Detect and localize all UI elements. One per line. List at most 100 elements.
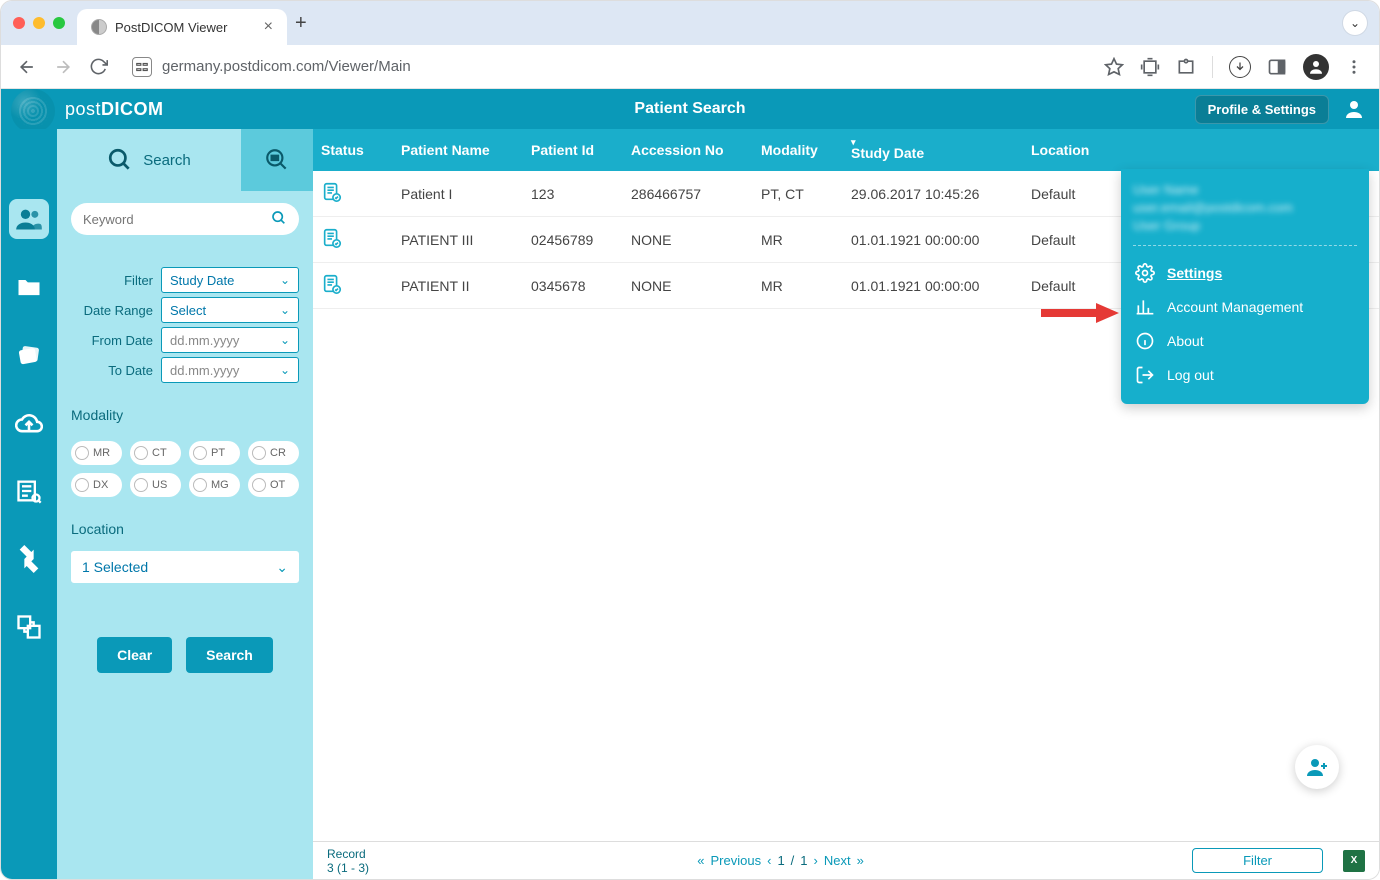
site-settings-icon[interactable] (132, 57, 152, 77)
col-study-date[interactable]: ▾Study Date (843, 129, 1023, 171)
pager-sep: / (791, 853, 795, 868)
extensions-icon[interactable] (1176, 57, 1196, 77)
browser-tabbar: PostDICOM Viewer × + ⌄ (1, 1, 1379, 45)
clear-button[interactable]: Clear (97, 637, 172, 673)
pager-prev[interactable]: Previous (711, 853, 762, 868)
cell-patient-name: PATIENT II (393, 263, 523, 309)
col-patient-id[interactable]: Patient Id (523, 129, 623, 171)
col-location[interactable]: Location (1023, 129, 1379, 171)
nav-forward-icon[interactable] (53, 57, 73, 77)
app-header: postDICOM Patient Search Profile & Setti… (1, 89, 1379, 129)
location-select[interactable]: 1 Selected ⌄ (71, 551, 299, 583)
pager-last-icon[interactable]: » (857, 853, 864, 868)
chevron-down-icon: ⌄ (276, 559, 288, 576)
maximize-window-icon[interactable] (53, 17, 65, 29)
page-title: Patient Search (634, 100, 745, 118)
dropdown-item-about[interactable]: About (1133, 324, 1357, 358)
ext-icon-1[interactable] (1140, 57, 1160, 77)
col-modality[interactable]: Modality (753, 129, 843, 171)
cell-modality: PT, CT (753, 171, 843, 217)
downloads-icon[interactable] (1229, 56, 1251, 78)
daterange-label: Date Range (71, 303, 153, 318)
radio-icon (252, 478, 266, 492)
search-tab-text[interactable]: Search (57, 129, 241, 191)
modality-pill-ct[interactable]: CT (130, 441, 181, 465)
pager-current: 1 (777, 853, 784, 868)
side-panel-icon[interactable] (1267, 57, 1287, 77)
filter-select[interactable]: Study Date⌄ (161, 267, 299, 293)
rail-item-folder[interactable] (9, 267, 49, 307)
left-icon-rail (1, 129, 57, 879)
browser-toolbar: germany.postdicom.com/Viewer/Main (1, 45, 1379, 89)
fromdate-input[interactable]: dd.mm.yyyy⌄ (161, 327, 299, 353)
window-controls (13, 17, 65, 29)
new-tab-button[interactable]: + (295, 12, 307, 35)
dropdown-item-account[interactable]: Account Management (1133, 290, 1357, 324)
nav-reload-icon[interactable] (89, 57, 108, 76)
pager-next-icon[interactable]: › (814, 853, 818, 868)
todate-input[interactable]: dd.mm.yyyy⌄ (161, 357, 299, 383)
close-tab-icon[interactable]: × (264, 18, 273, 36)
profile-settings-button[interactable]: Profile & Settings (1195, 95, 1329, 124)
modality-pill-mg[interactable]: MG (189, 473, 240, 497)
chevron-down-icon: ⌄ (280, 303, 290, 317)
radio-icon (75, 446, 89, 460)
rail-item-sync[interactable] (9, 539, 49, 579)
cell-patient-name: PATIENT III (393, 217, 523, 263)
modality-pill-dx[interactable]: DX (71, 473, 122, 497)
rail-item-cards[interactable] (9, 335, 49, 375)
modality-section-label: Modality (71, 407, 299, 423)
footer-filter-button[interactable]: Filter (1192, 848, 1323, 873)
status-icon (321, 273, 343, 295)
search-panel: Search Filter (57, 129, 313, 879)
pager-first-icon[interactable]: « (697, 853, 704, 868)
chevron-down-icon: ⌄ (280, 333, 290, 347)
col-accession-no[interactable]: Accession No (623, 129, 753, 171)
profile-dropdown: User Name user.email@postdicom.com User … (1121, 169, 1369, 404)
rail-item-upload[interactable] (9, 403, 49, 443)
address-bar[interactable]: germany.postdicom.com/Viewer/Main (132, 57, 411, 77)
export-excel-icon[interactable]: X (1343, 850, 1365, 872)
radio-icon (193, 478, 207, 492)
status-icon (321, 181, 343, 203)
close-window-icon[interactable] (13, 17, 25, 29)
record-label: Record (327, 847, 369, 861)
col-patient-name[interactable]: Patient Name (393, 129, 523, 171)
tabs-dropdown-icon[interactable]: ⌄ (1343, 11, 1367, 35)
modality-pill-mr[interactable]: MR (71, 441, 122, 465)
add-user-fab[interactable] (1295, 745, 1339, 789)
modality-pill-cr[interactable]: CR (248, 441, 299, 465)
modality-pill-pt[interactable]: PT (189, 441, 240, 465)
cell-patient-id: 0345678 (523, 263, 623, 309)
search-button[interactable]: Search (186, 637, 273, 673)
profile-avatar-icon[interactable] (1303, 54, 1329, 80)
dropdown-item-logout[interactable]: Log out (1133, 358, 1357, 392)
dropdown-item-settings[interactable]: Settings (1133, 256, 1357, 290)
keyword-search-icon[interactable] (271, 210, 287, 229)
minimize-window-icon[interactable] (33, 17, 45, 29)
rail-item-list-search[interactable] (9, 471, 49, 511)
cell-accession: NONE (623, 217, 753, 263)
cell-accession: NONE (623, 263, 753, 309)
header-user-icon[interactable] (1339, 94, 1369, 124)
daterange-select[interactable]: Select⌄ (161, 297, 299, 323)
search-tab-advanced[interactable] (241, 129, 313, 191)
modality-pill-us[interactable]: US (130, 473, 181, 497)
col-status[interactable]: Status (313, 129, 393, 171)
pager-prev-icon[interactable]: ‹ (767, 853, 771, 868)
cell-modality: MR (753, 263, 843, 309)
kebab-menu-icon[interactable] (1345, 58, 1363, 76)
url-text: germany.postdicom.com/Viewer/Main (162, 58, 411, 75)
keyword-input[interactable] (83, 212, 271, 227)
dropdown-user-info: User Name user.email@postdicom.com User … (1133, 181, 1357, 235)
modality-pill-ot[interactable]: OT (248, 473, 299, 497)
rail-item-patients[interactable] (9, 199, 49, 239)
rail-item-swap[interactable] (9, 607, 49, 647)
cell-patient-name: Patient I (393, 171, 523, 217)
cell-study-date: 01.01.1921 00:00:00 (843, 217, 1023, 263)
pager-next[interactable]: Next (824, 853, 851, 868)
radio-icon (75, 478, 89, 492)
bookmark-star-icon[interactable] (1104, 57, 1124, 77)
browser-tab[interactable]: PostDICOM Viewer × (77, 9, 287, 45)
nav-back-icon[interactable] (17, 57, 37, 77)
